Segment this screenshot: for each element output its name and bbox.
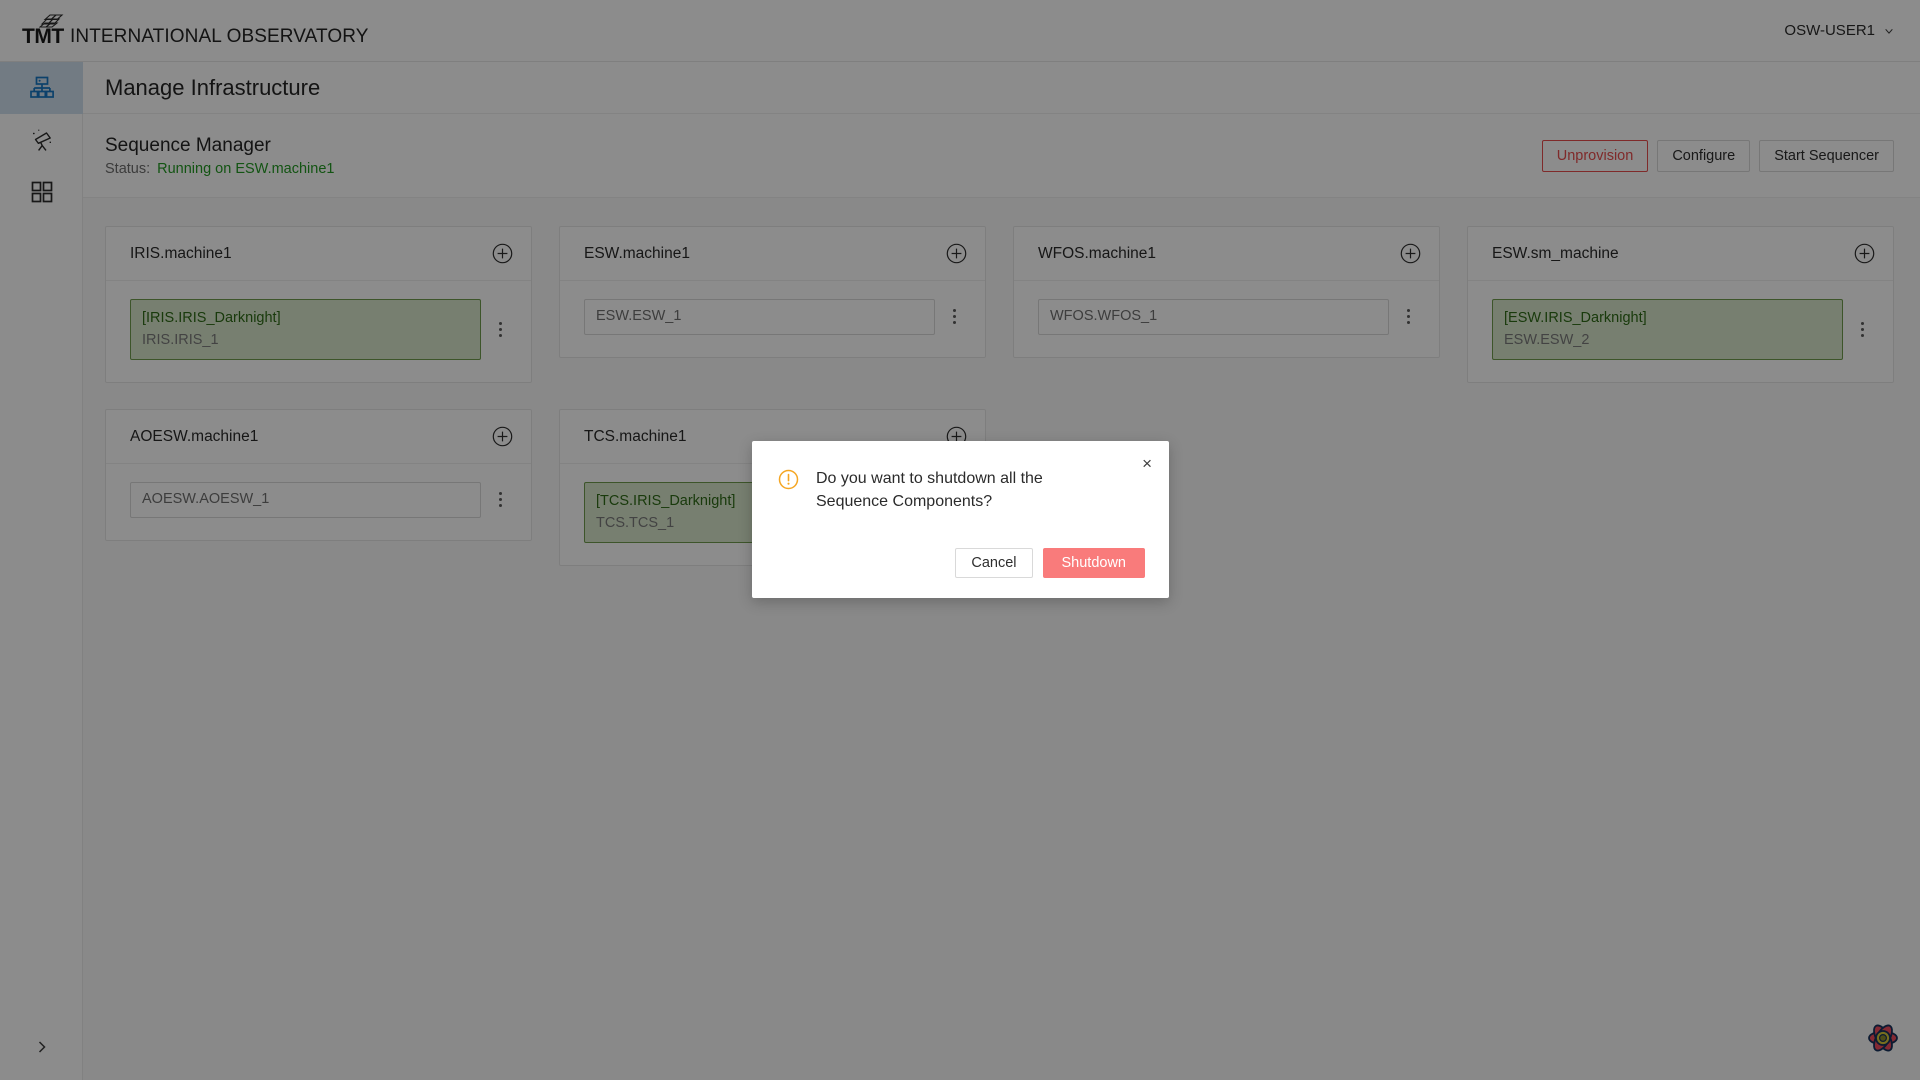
modal-content: Do you want to shutdown all the Sequence…	[778, 467, 1145, 513]
close-icon[interactable]: ×	[1142, 455, 1152, 472]
shutdown-confirm-dialog: × Do you want to shutdown all the Sequen…	[752, 441, 1169, 599]
modal-message: Do you want to shutdown all the Sequence…	[816, 470, 1043, 510]
shutdown-button[interactable]: Shutdown	[1042, 548, 1145, 579]
app-root: TMT INTERNATIONAL OBSERVATORY OSW-USER1	[0, 0, 1920, 1080]
exclamation-circle-icon	[778, 469, 799, 490]
cancel-button[interactable]: Cancel	[955, 548, 1033, 579]
modal-actions: Cancel Shutdown	[778, 548, 1145, 579]
